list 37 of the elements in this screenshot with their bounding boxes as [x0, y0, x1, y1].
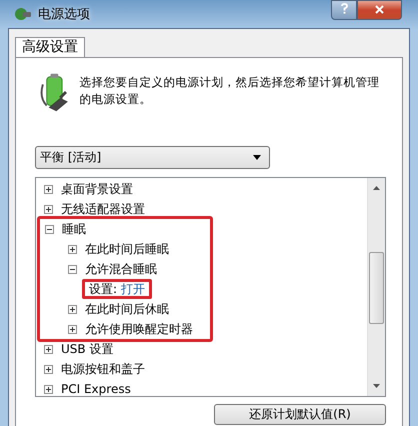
tree-item[interactable]: 在此时间后休眠: [85, 300, 169, 318]
expand-icon[interactable]: [44, 364, 53, 374]
setting-value[interactable]: 打开: [121, 280, 146, 298]
window-title: 电源选项: [38, 6, 91, 23]
scrollbar[interactable]: [367, 178, 385, 396]
tree-item[interactable]: 无线适配器设置: [61, 200, 145, 218]
setting-label: 设置:: [89, 280, 118, 298]
power-app-icon: [14, 6, 32, 22]
dropdown-arrow-icon: [253, 155, 261, 160]
tab[interactable]: 高级设置: [15, 37, 85, 57]
expand-icon[interactable]: [44, 384, 53, 394]
restore-defaults-button[interactable]: 还原计划默认值(R): [214, 404, 386, 425]
description-text: 选择您要自定义的电源计划，然后选择您希望计算机管理的电源设置。: [80, 74, 381, 108]
tree-item[interactable]: USB 设置: [61, 340, 114, 358]
close-button[interactable]: [357, 0, 402, 20]
close-icon: [375, 5, 384, 14]
tree-item[interactable]: 桌面背景设置: [61, 180, 133, 198]
expand-icon[interactable]: [44, 204, 53, 214]
tree-item[interactable]: 允许使用唤醒定时器: [85, 320, 193, 338]
scroll-down-icon[interactable]: [373, 384, 380, 388]
expand-icon[interactable]: [68, 304, 77, 314]
tree-item[interactable]: PCI Express: [61, 382, 131, 396]
expand-icon[interactable]: [68, 244, 77, 254]
expand-icon[interactable]: [44, 344, 53, 354]
tree-item[interactable]: 睡眠: [62, 220, 86, 238]
tree-item[interactable]: 电源按钮和盖子: [61, 360, 145, 378]
plan-dropdown[interactable]: 平衡 [活动]: [35, 146, 270, 169]
collapse-icon[interactable]: [45, 224, 54, 234]
help-icon: [340, 3, 348, 14]
expand-icon[interactable]: [68, 324, 77, 334]
scroll-thumb[interactable]: [369, 252, 384, 324]
scroll-up-icon[interactable]: [373, 186, 380, 190]
help-button[interactable]: [331, 0, 357, 20]
expand-icon[interactable]: [44, 184, 53, 194]
collapse-icon[interactable]: [68, 264, 77, 274]
tree-item[interactable]: 允许混合睡眠: [85, 260, 157, 278]
tree-item[interactable]: 在此时间后睡眠: [85, 240, 169, 258]
